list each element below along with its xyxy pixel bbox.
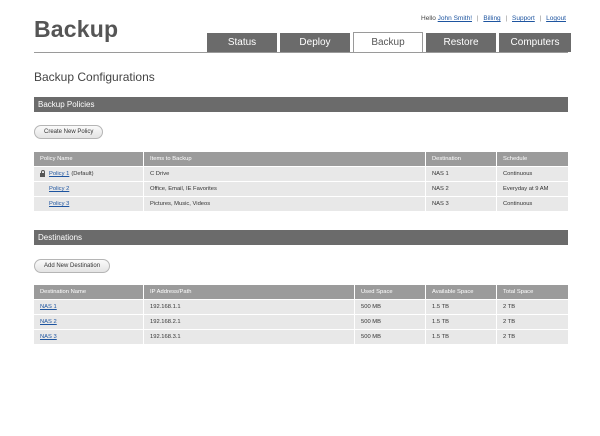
- lock-icon: [40, 170, 45, 177]
- create-policy-button[interactable]: Create New Policy: [34, 125, 104, 139]
- policy-name-cell: Policy 1 (Default): [34, 167, 144, 181]
- policies-table: Policy Name Items to Backup Destination …: [34, 152, 568, 211]
- used-space-cell: 500 MB: [355, 315, 426, 329]
- billing-link[interactable]: Billing: [483, 15, 500, 22]
- greeting-text: Hello: [421, 15, 436, 22]
- column-header: Destination: [426, 152, 497, 166]
- table-row: Policy 2 Office, Email, IE Favorites NAS…: [34, 181, 568, 196]
- ip-cell: 192.168.1.1: [144, 300, 355, 314]
- items-cell: C Drive: [144, 167, 426, 181]
- tab-deploy[interactable]: Deploy: [280, 33, 350, 52]
- table-header: Destination Name IP Address/Path Used Sp…: [34, 285, 568, 299]
- used-space-cell: 500 MB: [355, 330, 426, 344]
- schedule-cell: Everyday at 9 AM: [503, 186, 549, 192]
- destination-cell: NAS 1: [426, 167, 497, 181]
- app-title: Backup: [34, 16, 119, 42]
- schedule-cell: Continuous: [503, 171, 533, 177]
- table-header: Policy Name Items to Backup Destination …: [34, 152, 568, 166]
- available-space-cell: 1.5 TB: [426, 330, 497, 344]
- available-space-cell: 1.5 TB: [426, 315, 497, 329]
- table-row: Policy 1 (Default) C Drive NAS 1 Continu…: [34, 166, 568, 181]
- ip-cell: 192.168.3.1: [144, 330, 355, 344]
- policy-link[interactable]: Policy 3: [49, 201, 69, 207]
- main-tabs: Status Deploy Backup Restore Computers: [207, 32, 571, 52]
- items-cell: Office, Email, IE Favorites: [144, 182, 426, 196]
- table-row: Policy 3 Pictures, Music, Videos NAS 3 C…: [34, 196, 568, 211]
- destination-name-cell: NAS 3: [34, 330, 144, 344]
- column-header: Used Space: [355, 285, 426, 299]
- column-header: Total Space: [503, 289, 534, 295]
- column-header: Available Space: [426, 285, 497, 299]
- table-row: NAS 1 192.168.1.1 500 MB 1.5 TB 2 TB: [34, 299, 568, 314]
- tab-restore[interactable]: Restore: [426, 33, 496, 52]
- separator: |: [539, 15, 542, 22]
- nav-divider: [34, 52, 568, 53]
- policy-name-cell: Policy 2: [34, 182, 144, 196]
- destinations-section-header: Destinations: [34, 230, 568, 245]
- column-header: Items to Backup: [144, 152, 426, 166]
- policy-name-cell: Policy 3: [34, 197, 144, 211]
- total-space-cell: 2 TB: [503, 319, 516, 325]
- policy-link[interactable]: Policy 1: [49, 171, 69, 177]
- total-space-cell: 2 TB: [503, 334, 516, 340]
- destination-link[interactable]: NAS 2: [40, 319, 57, 325]
- policy-link[interactable]: Policy 2: [49, 186, 69, 192]
- used-space-cell: 500 MB: [355, 300, 426, 314]
- tab-backup[interactable]: Backup: [353, 32, 423, 52]
- destination-name-cell: NAS 1: [34, 300, 144, 314]
- policies-section-header: Backup Policies: [34, 97, 568, 112]
- destination-cell: NAS 2: [426, 182, 497, 196]
- total-space-cell: 2 TB: [503, 304, 516, 310]
- tab-computers[interactable]: Computers: [499, 33, 571, 52]
- table-row: NAS 3 192.168.3.1 500 MB 1.5 TB 2 TB: [34, 329, 568, 344]
- table-row: NAS 2 192.168.2.1 500 MB 1.5 TB 2 TB: [34, 314, 568, 329]
- column-header: Policy Name: [34, 152, 144, 166]
- ip-cell: 192.168.2.1: [144, 315, 355, 329]
- separator: |: [476, 15, 479, 22]
- available-space-cell: 1.5 TB: [426, 300, 497, 314]
- page-title: Backup Configurations: [34, 70, 155, 84]
- items-cell: Pictures, Music, Videos: [144, 197, 426, 211]
- destinations-table: Destination Name IP Address/Path Used Sp…: [34, 285, 568, 344]
- destination-name-cell: NAS 2: [34, 315, 144, 329]
- tab-status[interactable]: Status: [207, 33, 277, 52]
- default-label: (Default): [71, 171, 94, 177]
- logout-link[interactable]: Logout: [546, 15, 566, 22]
- column-header: Schedule: [503, 156, 528, 162]
- separator: |: [505, 15, 508, 22]
- destination-link[interactable]: NAS 3: [40, 334, 57, 340]
- user-links: Hello John Smith! | Billing | Support | …: [421, 15, 566, 22]
- destination-cell: NAS 3: [426, 197, 497, 211]
- add-destination-button[interactable]: Add New Destination: [34, 259, 111, 273]
- destination-link[interactable]: NAS 1: [40, 304, 57, 310]
- column-header: IP Address/Path: [144, 285, 355, 299]
- column-header: Destination Name: [34, 285, 144, 299]
- support-link[interactable]: Support: [512, 15, 535, 22]
- user-name-link[interactable]: John Smith!: [438, 15, 472, 22]
- schedule-cell: Continuous: [503, 201, 533, 207]
